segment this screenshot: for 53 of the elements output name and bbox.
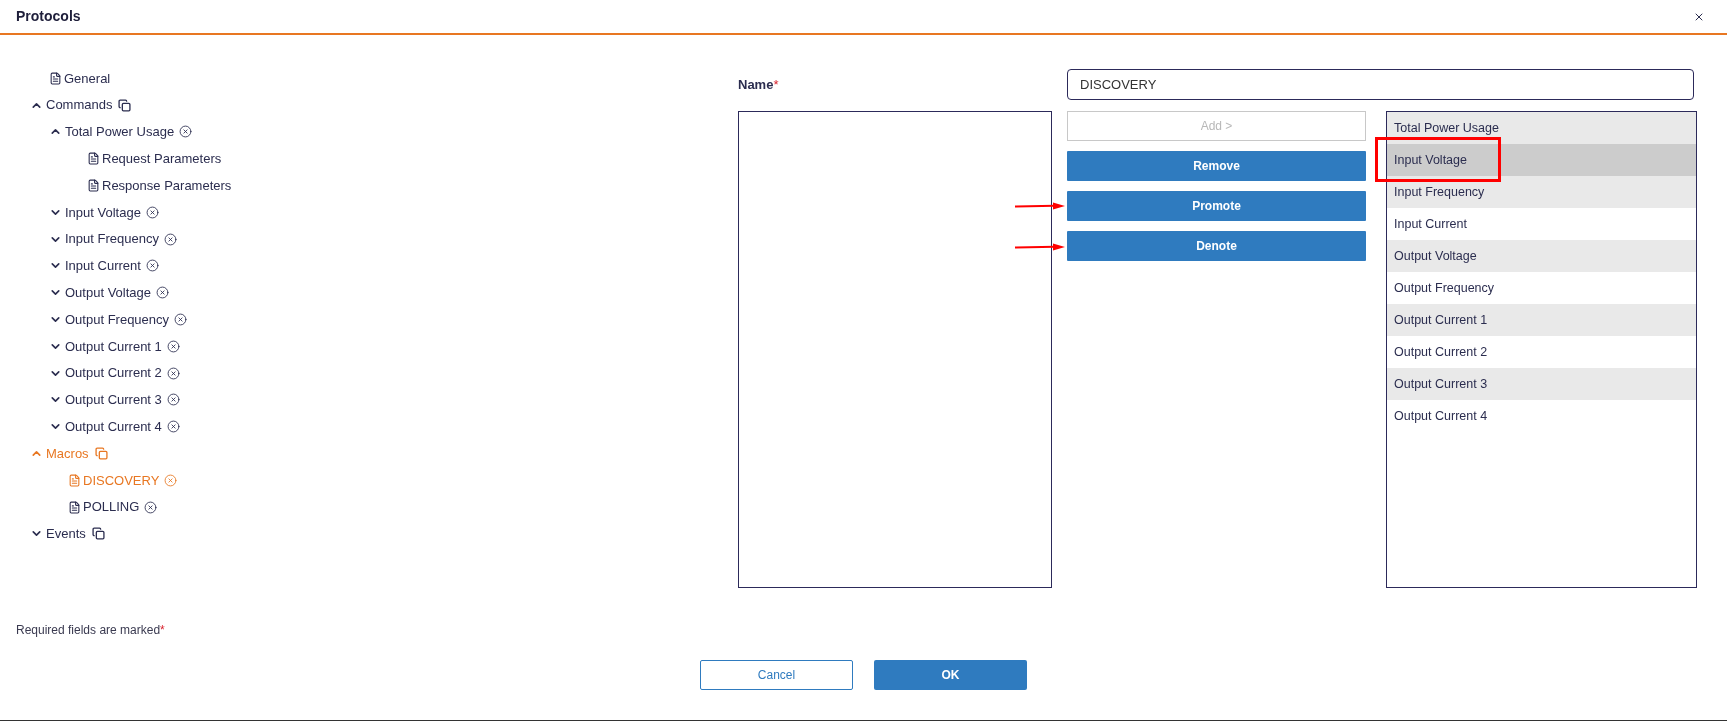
required-mark: * bbox=[773, 75, 779, 94]
annotation-arrow bbox=[1015, 243, 1065, 251]
tree-item[interactable]: Response Parameters bbox=[102, 175, 232, 196]
remove-icon[interactable] bbox=[166, 339, 180, 353]
tree-item[interactable]: Request Parameters bbox=[102, 149, 222, 169]
required-mark: * bbox=[160, 622, 165, 639]
tree-item[interactable]: Output Frequency bbox=[65, 309, 170, 330]
remove-icon[interactable] bbox=[145, 259, 159, 273]
document-icon bbox=[49, 71, 62, 85]
cancel-button[interactable]: Cancel bbox=[700, 660, 853, 690]
list-row[interactable]: Output Current 3 bbox=[1387, 368, 1696, 400]
name-input-field[interactable]: DISCOVERY bbox=[1067, 69, 1694, 100]
document-icon bbox=[87, 179, 100, 193]
action-button[interactable]: Remove bbox=[1067, 151, 1366, 181]
tree-item[interactable]: Output Current 3 bbox=[65, 390, 162, 410]
annotation-arrow bbox=[1015, 202, 1065, 210]
ok-button[interactable]: OK bbox=[874, 660, 1027, 690]
remove-icon[interactable] bbox=[166, 420, 180, 434]
remove-icon[interactable] bbox=[144, 500, 158, 514]
tree-item[interactable]: Output Current 1 bbox=[65, 336, 162, 357]
document-icon bbox=[68, 500, 81, 514]
remove-icon[interactable] bbox=[156, 286, 169, 300]
list-row[interactable]: Output Current 1 bbox=[1387, 304, 1696, 336]
tree-item[interactable]: Input Voltage bbox=[65, 202, 141, 223]
document-icon bbox=[87, 152, 100, 166]
remove-icon[interactable] bbox=[163, 232, 177, 246]
dialog-title: Protocols bbox=[16, 7, 81, 26]
required-note: Required fields are marked bbox=[16, 622, 161, 639]
name-label: Name bbox=[738, 75, 774, 94]
tree-item[interactable]: General bbox=[64, 68, 111, 89]
tree-item[interactable]: Input Current bbox=[65, 256, 141, 276]
tree-item[interactable]: POLLING bbox=[83, 497, 140, 517]
action-button[interactable]: Promote bbox=[1067, 191, 1366, 221]
list-row[interactable]: Output Voltage bbox=[1387, 240, 1696, 272]
tree-item[interactable]: Output Current 2 bbox=[65, 363, 162, 383]
remove-icon[interactable] bbox=[179, 125, 193, 139]
tree-item[interactable]: Events bbox=[46, 524, 86, 544]
tree-item[interactable]: Total Power Usage bbox=[65, 122, 175, 142]
remove-icon[interactable] bbox=[145, 205, 159, 219]
action-button[interactable]: Denote bbox=[1067, 231, 1366, 261]
list-row[interactable]: Input Frequency bbox=[1387, 176, 1696, 208]
tree-item[interactable]: Input Frequency bbox=[65, 229, 159, 249]
list-row[interactable]: Input Voltage bbox=[1387, 144, 1696, 176]
remove-icon[interactable] bbox=[166, 393, 180, 407]
tree-item[interactable]: Commands bbox=[46, 95, 113, 115]
remove-icon[interactable] bbox=[174, 313, 188, 327]
remove-icon[interactable] bbox=[166, 366, 180, 380]
document-icon bbox=[68, 473, 81, 487]
copy-icon[interactable] bbox=[118, 98, 132, 112]
copy-icon[interactable] bbox=[91, 527, 105, 541]
list-row[interactable]: Total Power Usage bbox=[1387, 112, 1696, 144]
tree-item[interactable]: Output Voltage bbox=[65, 283, 151, 303]
tree-item[interactable]: Output Current 4 bbox=[65, 417, 162, 437]
